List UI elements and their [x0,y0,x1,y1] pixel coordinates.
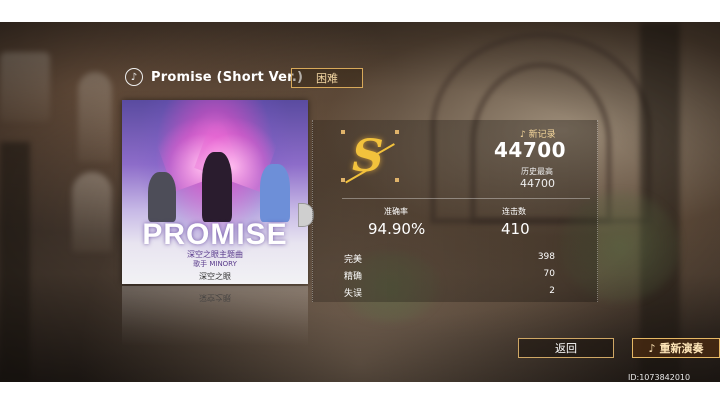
combo-label: 连击数 [502,207,526,216]
disc-icon: ♪ [125,68,143,86]
judgement-great-value: 70 [543,269,555,279]
score-value: 44700 [494,138,567,162]
results-divider [342,198,590,199]
difficulty-badge: 困难 [291,68,363,88]
replay-label: 重新演奏 [659,342,704,355]
reflection-logo: 深空之眼 [199,293,231,302]
judgement-perfect-label: 完美 [344,255,363,265]
song-title: Promise (Short Ver.) [151,69,304,85]
cover-artist: 歌手 MINORY [193,260,237,268]
song-header: ♪ Promise (Short Ver.) [125,68,303,86]
best-score-value: 44700 [520,177,555,190]
album-cover: PROMISE 深空之眼主题曲 歌手 MINORY 深空之眼 [122,100,308,284]
judgement-perfect-value: 398 [537,252,555,262]
cover-title: PROMISE [142,218,288,251]
back-button[interactable]: 返回 [518,338,614,358]
cover-reflection: 深空之眼 [122,286,308,346]
best-score-label: 历史最高 [521,167,553,176]
accuracy-label: 准确率 [384,207,408,216]
accuracy-value: 94.90% [368,220,426,238]
music-note-icon: ♪ [648,341,656,355]
cover-logo: 深空之眼 [199,272,231,281]
rank-badge: S [342,131,397,185]
judgement-miss-value: 2 [549,286,555,296]
replay-button[interactable]: ♪ 重新演奏 [632,338,720,358]
judgement-miss-label: 失误 [344,289,363,299]
combo-value: 410 [501,220,530,238]
judgement-great-label: 精确 [344,272,363,282]
player-id: ID:1073842010 [628,373,691,382]
rank-letter: S [352,131,384,182]
